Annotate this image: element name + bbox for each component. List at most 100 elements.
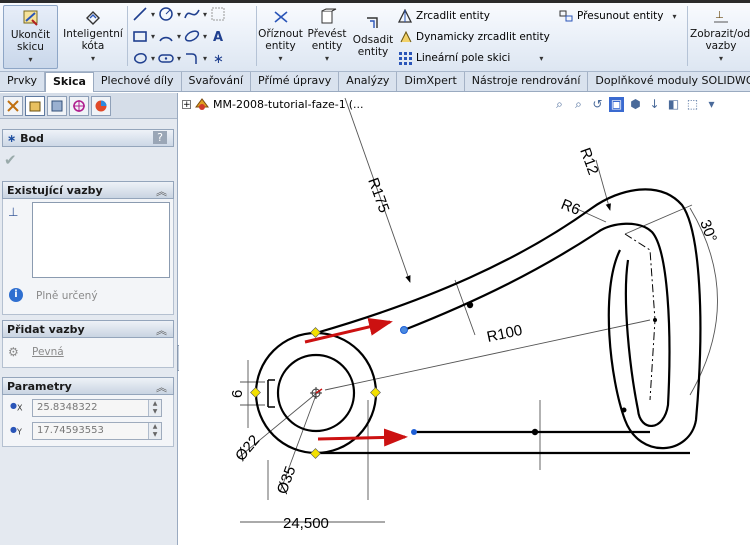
point-icon[interactable]: ∗ [210, 50, 226, 66]
trim-label: Oříznout entity [258, 28, 303, 52]
solidworks-window: Ukončit skicu ▾ Inteligentní kóta ▾ ▾ ▾ … [0, 0, 750, 545]
polygon-icon[interactable] [132, 50, 148, 66]
point-icon: ∗ [7, 132, 17, 145]
relations-icon: ⊥ [714, 10, 728, 23]
tab-dimxpert[interactable]: DimXpert [397, 72, 465, 91]
show-relations-button[interactable]: ⊥ Zobrazit/odst vazby ▾ [690, 8, 750, 65]
tab-doplnkove-moduly[interactable]: Doplňkové moduly SOLIDWORKS [588, 72, 750, 91]
model-name: MM-2008-tutorial-faze-1 [213, 97, 346, 111]
property-manager-tab[interactable] [25, 95, 45, 116]
zoom-to-fit-icon[interactable]: ⌕ [552, 97, 567, 112]
command-manager-tabs: Prvky Skica Plechové díly Svařování Přím… [0, 72, 750, 92]
display-manager-tab[interactable] [91, 95, 111, 116]
heads-up-view-toolbar: ⌕ ⌕ ↺ ▣ ⬢ ↓ ◧ ⬚ ▾ [552, 97, 719, 112]
svg-text:⊥: ⊥ [715, 10, 724, 21]
mirror-label: Zrcadlit entity [416, 10, 490, 22]
zoom-to-area-icon[interactable]: ⌕ [571, 97, 586, 112]
offset-entities-button[interactable]: Odsadit entity [351, 14, 395, 58]
add-relations-section [2, 338, 174, 368]
dynamic-mirror-label: Dynamicky zrcadlit entity [416, 31, 550, 43]
svg-text:∗: ∗ [213, 52, 224, 66]
existing-relations-title: Existující vazby [7, 184, 103, 197]
collapse-chevron-icon[interactable]: ︽ [156, 183, 167, 199]
dimxpert-manager-tab[interactable] [69, 95, 89, 116]
y-coordinate-value: 17.74593553 [37, 425, 104, 436]
spline-icon[interactable] [184, 6, 200, 22]
existing-relations-list[interactable] [32, 202, 170, 278]
previous-view-icon[interactable]: ↺ [590, 97, 605, 112]
ellipse-icon[interactable] [184, 28, 200, 44]
edit-appearance-icon[interactable]: ⬚ [685, 97, 700, 112]
x-coordinate-field[interactable]: 25.8348322 ▲ ▼ [32, 399, 162, 417]
ribbon-separator [687, 6, 688, 66]
tab-plechove-dily[interactable]: Plechové díly [94, 72, 182, 91]
more-view-tools-icon[interactable]: ▾ [704, 97, 719, 112]
sketch-tools-row-1: ▾ ▾ ▾ [132, 6, 226, 22]
command-manager-ribbon: Ukončit skicu ▾ Inteligentní kóta ▾ ▾ ▾ … [0, 0, 750, 72]
parameters-header[interactable]: Parametry ︽ [2, 377, 174, 395]
help-button[interactable]: ? [153, 131, 167, 144]
x-coordinate-icon: ●X [10, 401, 23, 413]
part-icon [195, 98, 209, 110]
fillet-icon[interactable] [184, 50, 200, 66]
add-relations-header[interactable]: Přidat vazby ︽ [2, 320, 174, 338]
sketch-tools-row-2: ▾ ▾ ▾ A [132, 28, 226, 44]
rectangle-icon[interactable] [132, 28, 148, 44]
linear-pattern-button[interactable]: Lineární pole skici ▾ [398, 51, 543, 65]
tab-analyzy[interactable]: Analýzy [339, 72, 398, 91]
move-label: Přesunout entity [577, 10, 664, 22]
model-name-suffix: (... [348, 97, 364, 111]
grid-icon[interactable] [210, 6, 226, 22]
display-style-icon[interactable]: ↓ [647, 97, 662, 112]
tab-svarovani[interactable]: Svařování [182, 72, 252, 91]
exit-sketch-button[interactable]: Ukončit skicu ▾ [3, 5, 58, 69]
collapse-chevron-icon[interactable]: ︽ [156, 379, 167, 395]
tab-nastroje-rendrovani[interactable]: Nástroje rendrování [465, 72, 589, 91]
smart-dimension-dropdown-icon[interactable]: ▾ [91, 54, 95, 63]
smart-dimension-icon [86, 11, 100, 25]
collapse-chevron-icon[interactable]: ︽ [156, 322, 167, 338]
ok-check-icon[interactable]: ✔ [4, 151, 17, 169]
y-spinner-arrows[interactable]: ▲ ▼ [148, 423, 161, 439]
existing-relations-header[interactable]: Existující vazby ︽ [2, 181, 174, 199]
y-coordinate-field[interactable]: 17.74593553 ▲ ▼ [32, 422, 162, 440]
offset-icon [367, 17, 378, 28]
slot-icon[interactable] [158, 50, 174, 66]
arc-icon[interactable] [158, 28, 174, 44]
tab-skica[interactable]: Skica [44, 72, 94, 92]
convert-entities-button[interactable]: Převést entity ▾ [305, 8, 349, 65]
tab-prime-upravy[interactable]: Přímé úpravy [251, 72, 340, 91]
convert-label: Převést entity [307, 28, 347, 52]
property-manager-panel: ∗ Bod ? ✔ Existující vazby ︽ ⊥ i Plně ur… [0, 93, 178, 545]
feature-tree-flyout[interactable]: + MM-2008-tutorial-faze-1 (... [182, 97, 364, 111]
property-icon [29, 101, 41, 111]
exit-sketch-label: Ukončit skicu [10, 29, 51, 53]
expand-icon[interactable]: + [182, 99, 191, 109]
circle-icon[interactable] [158, 6, 174, 22]
mirror-entities-button[interactable]: Zrcadlit entity [398, 9, 490, 23]
linear-pattern-label: Lineární pole skici [416, 52, 511, 64]
configuration-manager-tab[interactable] [47, 95, 67, 116]
exit-sketch-icon [23, 10, 38, 26]
view-orientation-icon[interactable]: ⬢ [628, 97, 643, 112]
fix-relation-button[interactable]: Pevná [32, 346, 64, 358]
line-icon[interactable] [132, 6, 148, 22]
x-spinner-arrows[interactable]: ▲ ▼ [148, 400, 161, 416]
hide-show-items-icon[interactable]: ◧ [666, 97, 681, 112]
dynamic-mirror-button[interactable]: Dynamicky zrcadlit entity [398, 30, 550, 44]
tab-prvky[interactable]: Prvky [0, 72, 45, 91]
section-view-icon[interactable]: ▣ [609, 97, 624, 112]
x-coordinate-value: 25.8348322 [37, 402, 98, 413]
point-title: Bod [20, 132, 44, 145]
feature-manager-tab[interactable] [3, 95, 23, 116]
exit-sketch-dropdown-icon[interactable]: ▾ [28, 55, 32, 64]
smart-dimension-button[interactable]: Inteligentní kóta ▾ [62, 8, 124, 65]
trim-entities-button[interactable]: Oříznout entity ▾ [258, 8, 303, 65]
mirror-icon [398, 9, 413, 23]
graphics-area[interactable] [179, 93, 750, 545]
smart-dimension-label: Inteligentní kóta [63, 28, 123, 52]
text-icon[interactable]: A [210, 28, 226, 44]
move-entities-button[interactable]: Přesunout entity ▾ [558, 9, 677, 23]
show-relations-label: Zobrazit/odst vazby [690, 28, 750, 52]
convert-icon [321, 8, 337, 24]
